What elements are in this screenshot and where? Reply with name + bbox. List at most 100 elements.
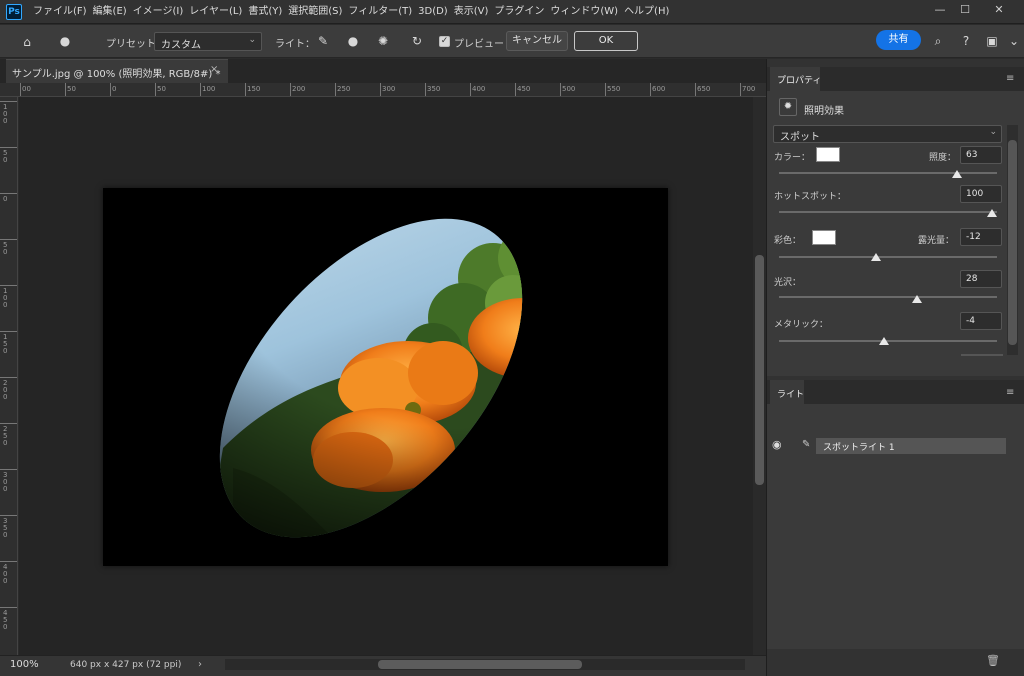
point-light-icon[interactable]: ● — [344, 33, 362, 49]
workspace-icon[interactable]: ▣ — [984, 33, 1000, 49]
menu-item[interactable]: 表示(V) — [451, 0, 492, 24]
ruler-tick-label: 00 — [22, 85, 31, 93]
ruler-tick — [110, 83, 111, 96]
ruler-tick — [20, 83, 21, 96]
workspace-chevron-icon[interactable]: ⌄ — [1006, 33, 1022, 49]
ruler-tick — [650, 83, 651, 96]
ruler-tick — [0, 193, 17, 194]
canvas-vertical-scroll-thumb[interactable] — [755, 255, 764, 485]
ruler-tick — [0, 515, 17, 516]
ruler-tick-label: 350 — [427, 85, 441, 93]
ruler-tick-label: 150 — [247, 85, 261, 93]
light-label: ライト： — [275, 39, 315, 50]
canvas-horizontal-scroll-thumb[interactable] — [378, 660, 582, 669]
trash-icon[interactable]: 🗑 — [986, 654, 1000, 668]
spotlit-poppy-image — [103, 188, 668, 566]
ruler-tick-label: 100 — [202, 85, 216, 93]
light-color-swatch[interactable] — [816, 147, 840, 162]
ruler-tick — [0, 469, 17, 470]
menu-item[interactable]: ヘルプ(H) — [621, 0, 672, 24]
ruler-tick — [200, 83, 201, 96]
preview-checkbox[interactable]: ✓ — [439, 36, 450, 47]
ruler-tick-label: 250 — [337, 85, 351, 93]
menu-item[interactable]: ウィンドウ(W) — [547, 0, 621, 24]
effect-label: 照明効果 — [804, 106, 844, 117]
ruler-tick — [605, 83, 606, 96]
menu-item[interactable]: フィルター(T) — [345, 0, 415, 24]
menu-item[interactable]: イメージ(I) — [130, 0, 187, 24]
intensity-slider-knob[interactable] — [951, 170, 962, 178]
ok-button[interactable]: OK — [574, 31, 638, 51]
ruler-tick — [65, 83, 66, 96]
hotspot-field[interactable]: 100 — [960, 185, 1002, 203]
maximize-button[interactable]: ☐ — [950, 0, 980, 20]
menu-item[interactable]: 編集(E) — [90, 0, 130, 24]
exposure-slider-track[interactable] — [779, 256, 997, 258]
exposure-slider-knob[interactable] — [870, 253, 881, 261]
ruler-tick-label: 200 — [292, 85, 306, 93]
lights-menu-icon[interactable]: ≡ — [1006, 388, 1018, 398]
ruler-tick-label: 50 — [3, 149, 8, 164]
ruler-tick-label: 450 — [3, 609, 8, 631]
intensity-field[interactable]: 63 — [960, 146, 1002, 164]
ruler-tick — [0, 331, 17, 332]
colorize-label: 彩色： — [774, 236, 802, 246]
ruler-tick-label: 100 — [3, 287, 8, 309]
gloss-label: 光沢： — [774, 278, 802, 288]
ruler-tick — [0, 607, 17, 608]
preset-select[interactable]: カスタム ⌄ — [154, 32, 262, 51]
metallic-slider-knob[interactable] — [878, 337, 889, 345]
close-tab-icon[interactable]: × — [210, 64, 218, 75]
ruler-tick-label: 50 — [67, 85, 76, 93]
share-button[interactable]: 共有 — [876, 30, 921, 50]
metallic-field[interactable]: -4 — [960, 312, 1002, 330]
intensity-slider-track[interactable] — [779, 172, 997, 174]
lightbulb-tool-icon[interactable]: ● — [56, 33, 74, 49]
ruler-tick-label: 0 — [3, 195, 8, 203]
cancel-button[interactable]: キャンセル — [506, 31, 568, 51]
menu-item[interactable]: レイヤー(L) — [186, 0, 245, 24]
menu-item[interactable]: プラグイン — [491, 0, 547, 24]
zoom-level[interactable]: 100% — [10, 659, 39, 670]
ruler-tick-label: 150 — [3, 333, 8, 355]
light-type-select[interactable]: スポット ⌄ — [773, 125, 1002, 143]
infinite-light-icon[interactable]: ✺ — [374, 33, 392, 49]
document-image[interactable] — [103, 188, 668, 566]
menu-item[interactable]: 3D(D) — [415, 0, 451, 24]
menu-item[interactable]: 書式(Y) — [245, 0, 285, 24]
ruler-tick — [0, 239, 17, 240]
ruler-tick-label: 0 — [112, 85, 117, 93]
lighting-effects-icon: ✹ — [779, 98, 797, 116]
exposure-field[interactable]: -12 — [960, 228, 1002, 246]
eye-icon[interactable]: ◉ — [772, 439, 786, 451]
ruler-tick — [0, 101, 17, 102]
light-list-item-label: スポットライト 1 — [823, 443, 895, 453]
gloss-slider-track[interactable] — [779, 296, 997, 298]
lights-tab-bar — [767, 380, 1024, 404]
ruler-tick-label: 300 — [382, 85, 396, 93]
reset-icon[interactable]: ↻ — [408, 33, 426, 49]
help-icon[interactable]: ? — [958, 33, 974, 49]
properties-tab-label: プロパティ — [777, 76, 822, 86]
search-icon[interactable]: ⌕ — [930, 33, 946, 49]
vertical-ruler: 100 50 0 50 100 150 200 250 300 350 400 450 — [0, 97, 18, 655]
ruler-tick-label: 350 — [3, 517, 8, 539]
properties-scroll-thumb[interactable] — [1008, 140, 1017, 345]
status-arrow-icon[interactable]: › — [198, 659, 202, 670]
gloss-field[interactable]: 28 — [960, 270, 1002, 288]
hotspot-slider-knob[interactable] — [987, 209, 997, 217]
intensity-label: 照度： — [929, 153, 957, 163]
menu-item[interactable]: 選択範囲(S) — [285, 0, 345, 24]
ruler-tick — [290, 83, 291, 96]
hotspot-slider-track[interactable] — [779, 211, 997, 213]
menu-item[interactable]: ファイル(F) — [30, 0, 90, 24]
spotlight-icon[interactable]: ✎ — [314, 33, 332, 49]
ruler-tick — [380, 83, 381, 96]
gloss-slider-knob[interactable] — [912, 295, 923, 303]
colorize-swatch[interactable] — [812, 230, 836, 245]
document-tab-label: サンプル.jpg @ 100% (照明効果, RGB/8#) * — [12, 69, 221, 80]
properties-menu-icon[interactable]: ≡ — [1006, 74, 1018, 84]
ruler-tick-label: 650 — [697, 85, 711, 93]
home-icon[interactable]: ⌂ — [18, 34, 36, 50]
close-window-button[interactable]: ✕ — [984, 0, 1014, 20]
